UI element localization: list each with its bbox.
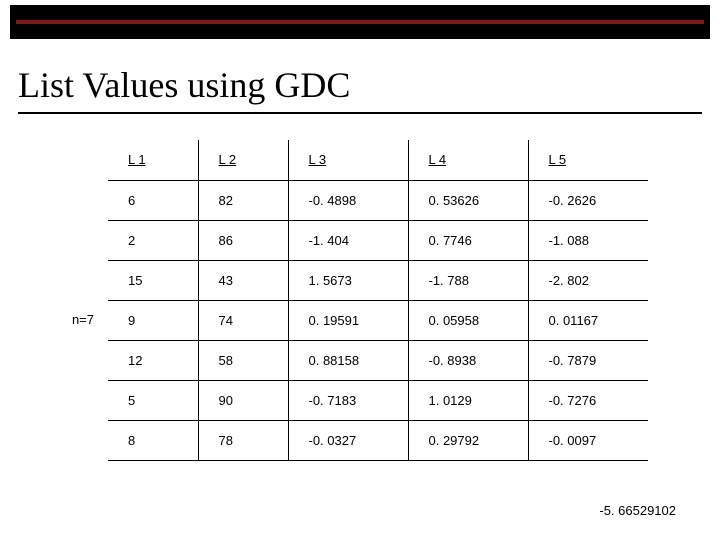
content-area: n=7 L 1 L 2 L 3 L 4 L 5 682-0. 48980. 53…: [0, 140, 720, 500]
table-cell: 86: [198, 220, 288, 260]
table-cell: -2. 802: [528, 260, 648, 300]
table-cell: 0. 53626: [408, 180, 528, 220]
table-cell: 8: [108, 420, 198, 460]
table-row: 9740. 195910. 059580. 01167: [108, 300, 648, 340]
table-row: 878-0. 03270. 29792-0. 0097: [108, 420, 648, 460]
col-header-l3: L 3: [288, 140, 408, 180]
table-row: 286-1. 4040. 7746-1. 088: [108, 220, 648, 260]
col-header-l2: L 2: [198, 140, 288, 180]
table-cell: 1. 5673: [288, 260, 408, 300]
table-row: 12580. 88158-0. 8938-0. 7879: [108, 340, 648, 380]
table-cell: -0. 8938: [408, 340, 528, 380]
table-cell: 12: [108, 340, 198, 380]
title-block: List Values using GDC: [18, 64, 702, 114]
table-cell: 82: [198, 180, 288, 220]
table-cell: 5: [108, 380, 198, 420]
table-cell: 0. 01167: [528, 300, 648, 340]
table-cell: 0. 05958: [408, 300, 528, 340]
table-cell: 74: [198, 300, 288, 340]
top-decorative-bar: [10, 5, 710, 39]
table-cell: 58: [198, 340, 288, 380]
title-underline: [18, 112, 702, 114]
table-cell: -0. 2626: [528, 180, 648, 220]
table-cell: -0. 7879: [528, 340, 648, 380]
table-cell: 0. 19591: [288, 300, 408, 340]
table-row: 15431. 5673-1. 788-2. 802: [108, 260, 648, 300]
table-cell: -0. 0327: [288, 420, 408, 460]
table-row: 682-0. 48980. 53626-0. 2626: [108, 180, 648, 220]
table-cell: 0. 29792: [408, 420, 528, 460]
data-table: L 1 L 2 L 3 L 4 L 5 682-0. 48980. 53626-…: [108, 140, 648, 461]
footer-value: -5. 66529102: [599, 503, 676, 518]
table-cell: 0. 7746: [408, 220, 528, 260]
page-title: List Values using GDC: [18, 64, 702, 106]
table-cell: -0. 0097: [528, 420, 648, 460]
table-cell: -0. 4898: [288, 180, 408, 220]
table-cell: -0. 7276: [528, 380, 648, 420]
table-row: 590-0. 71831. 0129-0. 7276: [108, 380, 648, 420]
table-cell: 6: [108, 180, 198, 220]
col-header-l4: L 4: [408, 140, 528, 180]
table-cell: -1. 088: [528, 220, 648, 260]
col-header-l5: L 5: [528, 140, 648, 180]
row-count-label: n=7: [24, 312, 94, 327]
col-header-l1: L 1: [108, 140, 198, 180]
table-cell: 2: [108, 220, 198, 260]
table-cell: 0. 88158: [288, 340, 408, 380]
table-cell: 90: [198, 380, 288, 420]
table-cell: 1. 0129: [408, 380, 528, 420]
slide: List Values using GDC n=7 L 1 L 2 L 3 L …: [0, 0, 720, 540]
table-cell: 43: [198, 260, 288, 300]
table-header-row: L 1 L 2 L 3 L 4 L 5: [108, 140, 648, 180]
table-cell: -0. 7183: [288, 380, 408, 420]
table-cell: -1. 404: [288, 220, 408, 260]
table-cell: -1. 788: [408, 260, 528, 300]
table-cell: 78: [198, 420, 288, 460]
table-cell: 9: [108, 300, 198, 340]
table-cell: 15: [108, 260, 198, 300]
